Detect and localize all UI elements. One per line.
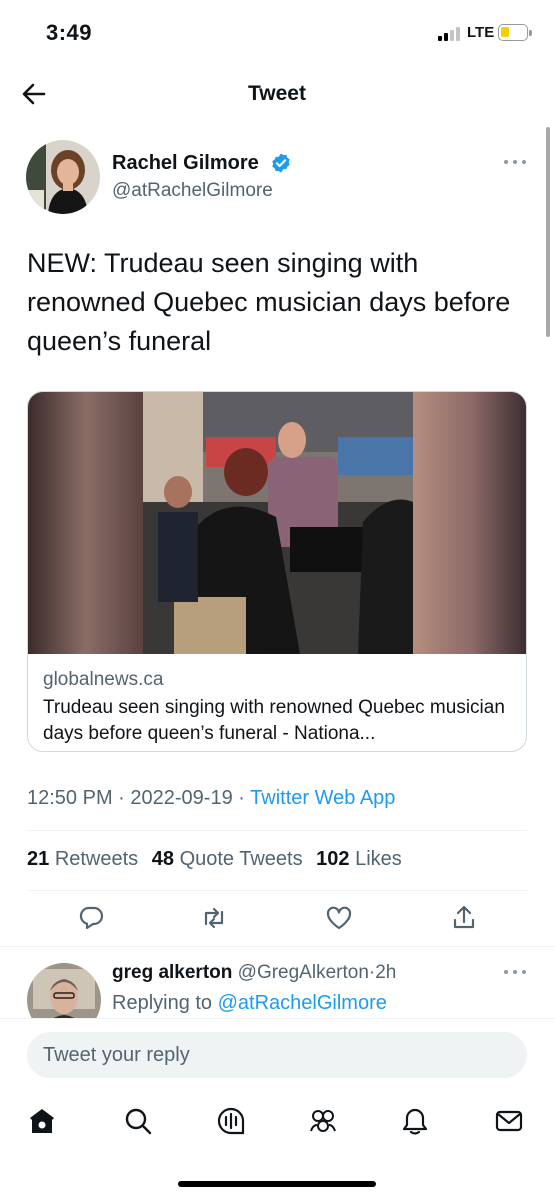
author-handle[interactable]: @atRachelGilmore [112, 180, 273, 202]
link-card[interactable]: globalnews.ca Trudeau seen singing with … [27, 391, 527, 752]
divider [0, 946, 554, 947]
communities-icon[interactable] [308, 1106, 338, 1136]
divider [27, 830, 527, 831]
like-icon[interactable] [325, 904, 353, 932]
retweets-stat[interactable]: 21 Retweets [27, 848, 138, 870]
share-icon[interactable] [450, 904, 478, 932]
signal-icon [438, 27, 462, 41]
scrollbar[interactable] [546, 127, 550, 337]
author-avatar[interactable] [26, 140, 100, 214]
replying-to: Replying to @atRachelGilmore [112, 992, 387, 1014]
more-options-icon[interactable] [502, 154, 528, 170]
reply-header: greg alkerton @GregAlkerton·2h [112, 962, 397, 983]
card-video-thumbnail [28, 392, 526, 654]
tweet-timestamp: 12:50 PM · 2022-09-19 · Twitter Web App [27, 787, 396, 809]
status-bar: 3:49 LTE [0, 0, 554, 66]
verified-badge-icon [272, 153, 290, 173]
reply-author-name[interactable]: greg alkerton [112, 962, 232, 983]
notifications-icon[interactable] [400, 1106, 430, 1136]
reply-more-options-icon[interactable] [502, 964, 528, 980]
search-icon[interactable] [123, 1106, 153, 1136]
tweet-date: 2022-09-19 [130, 787, 233, 809]
replying-to-mention[interactable]: @atRachelGilmore [218, 992, 387, 1014]
author-name[interactable]: Rachel Gilmore [112, 152, 259, 175]
reply-icon[interactable] [77, 904, 105, 932]
card-domain: globalnews.ca [43, 669, 164, 690]
spaces-icon[interactable] [216, 1106, 246, 1136]
status-time: 3:49 [46, 20, 93, 45]
tweet-stats: 21 Retweets 48 Quote Tweets 102 Likes [27, 848, 410, 871]
tweet-source-link[interactable]: Twitter Web App [250, 787, 395, 809]
messages-icon[interactable] [494, 1106, 524, 1136]
retweet-icon[interactable] [200, 904, 228, 932]
reply-time: 2h [375, 962, 397, 983]
avatar-image [26, 140, 100, 214]
likes-stat[interactable]: 102 Likes [316, 848, 402, 870]
tweet-time: 12:50 PM [27, 787, 113, 809]
battery-icon [498, 24, 528, 41]
home-indicator[interactable] [178, 1181, 376, 1187]
card-title: Trudeau seen singing with renowned Quebe… [43, 697, 505, 744]
reply-input[interactable]: Tweet your reply [27, 1032, 527, 1078]
home-icon[interactable] [27, 1106, 57, 1136]
nav-header: Tweet [0, 66, 554, 124]
tweet-text: NEW: Trudeau seen singing with renowned … [27, 248, 511, 356]
quote-tweets-stat[interactable]: 48 Quote Tweets [152, 848, 303, 870]
reply-author-handle[interactable]: @GregAlkerton [238, 962, 369, 983]
divider [27, 890, 527, 891]
page-title: Tweet [248, 82, 306, 105]
network-label: LTE [467, 24, 495, 41]
